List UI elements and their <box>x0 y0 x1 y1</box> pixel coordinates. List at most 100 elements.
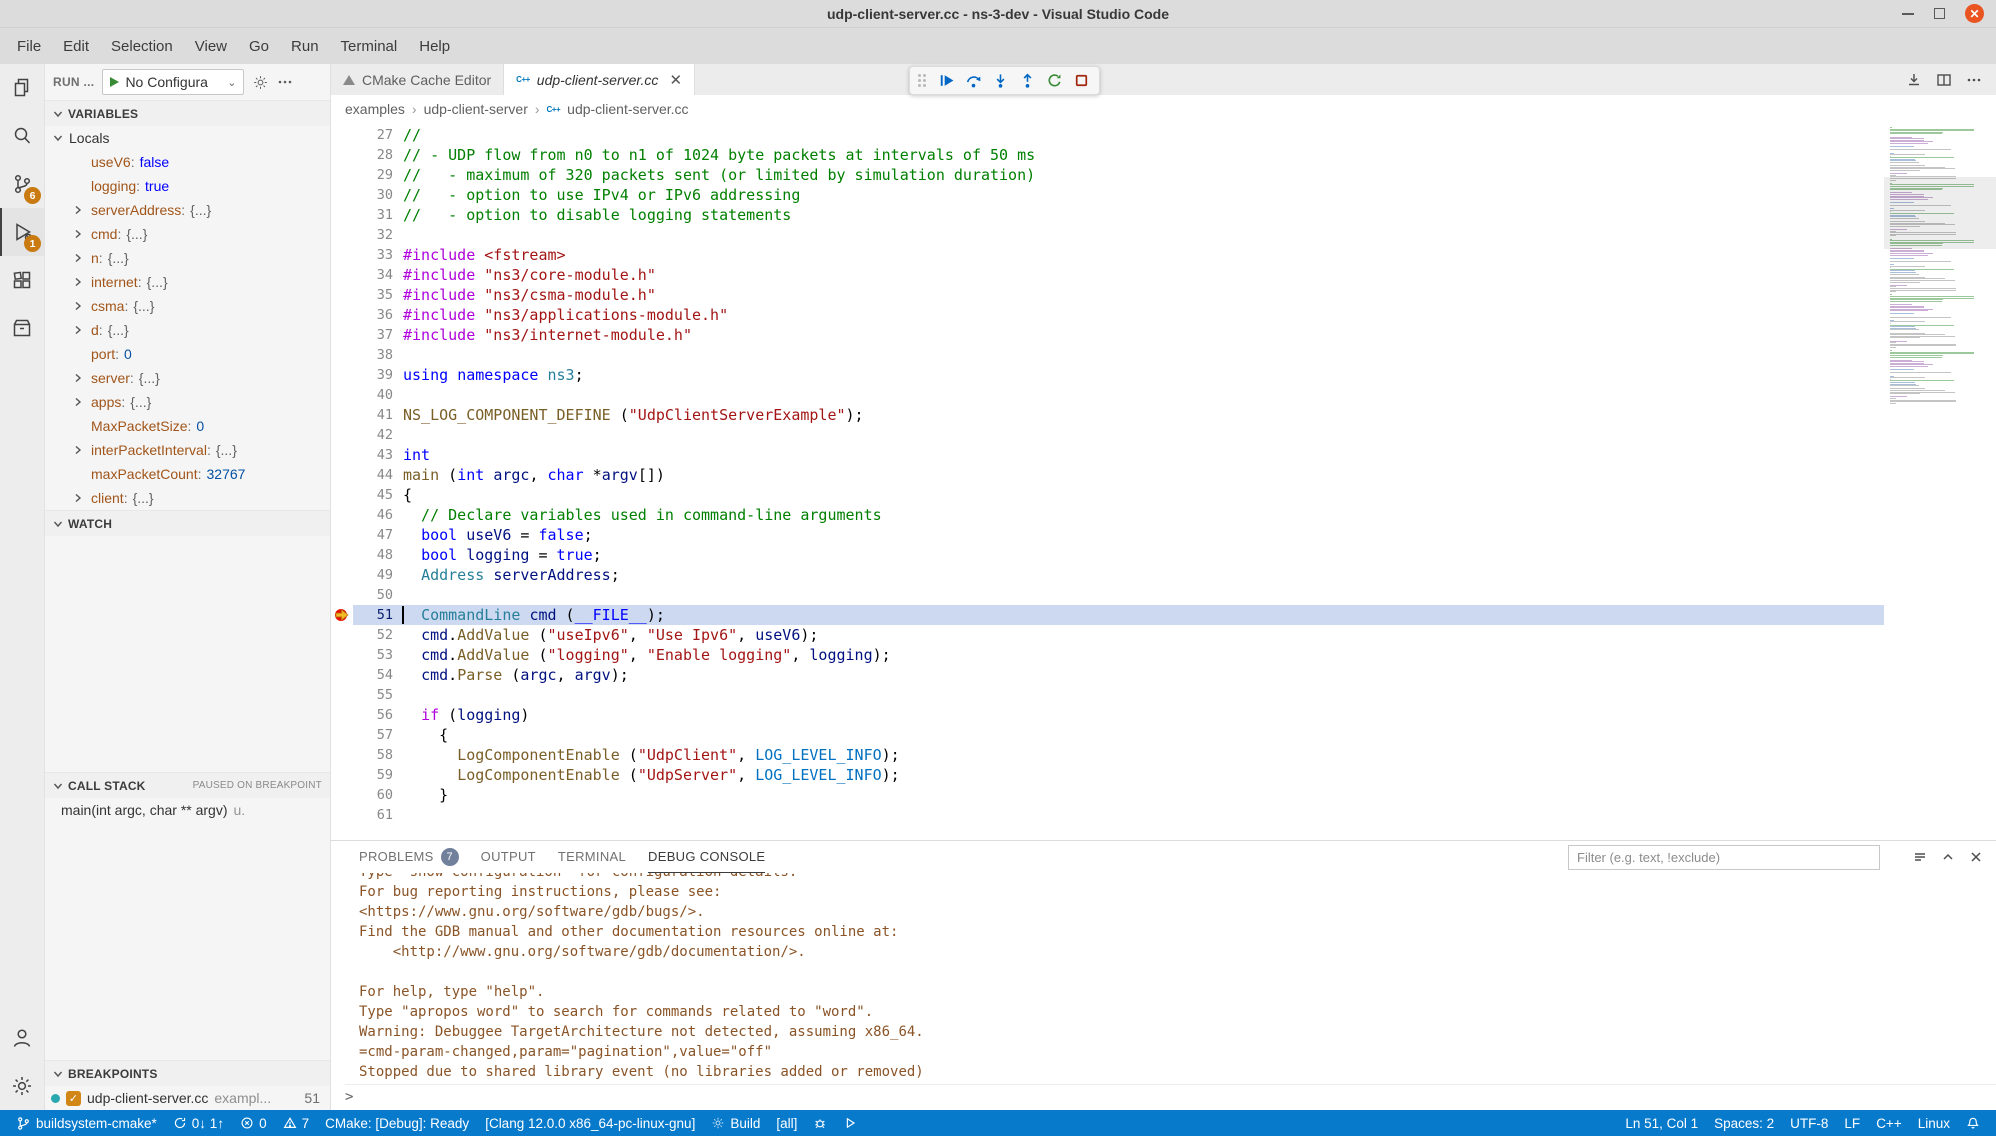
line-number[interactable]: 45 <box>353 485 393 505</box>
line-number[interactable]: 28 <box>353 145 393 165</box>
menu-help[interactable]: Help <box>408 32 461 61</box>
status-0[interactable]: 0 <box>232 1110 275 1136</box>
status-0-1[interactable]: 0↓ 1↑ <box>165 1110 232 1136</box>
code-line-27[interactable]: 27// <box>331 125 1884 145</box>
stop-button[interactable] <box>1071 71 1091 91</box>
tab-cmake-cache-editor[interactable]: CMake Cache Editor <box>331 64 504 95</box>
code-line-56[interactable]: 56 if (logging) <box>331 705 1884 725</box>
minimap-slider[interactable] <box>1884 177 1996 249</box>
continue-button[interactable] <box>936 71 956 91</box>
gutter-glyph-margin[interactable] <box>331 605 353 625</box>
menu-view[interactable]: View <box>184 32 238 61</box>
code-line-53[interactable]: 53 cmd.AddValue ("logging", "Enable logg… <box>331 645 1884 665</box>
line-number[interactable]: 48 <box>353 545 393 565</box>
run-debug-icon[interactable]: 1 <box>0 208 44 256</box>
line-number[interactable]: 29 <box>353 165 393 185</box>
gutter-glyph-margin[interactable] <box>331 585 353 605</box>
breadcrumb-item-examples[interactable]: examples <box>345 101 405 117</box>
code-line-59[interactable]: 59 LogComponentEnable ("UdpServer", LOG_… <box>331 765 1884 785</box>
line-number[interactable]: 53 <box>353 645 393 665</box>
console-filter-input[interactable] <box>1568 845 1880 870</box>
status-lf[interactable]: LF <box>1836 1110 1868 1136</box>
panel-tab-output[interactable]: OUTPUT <box>481 841 536 873</box>
gutter-glyph-margin[interactable] <box>331 445 353 465</box>
code-line-32[interactable]: 32 <box>331 225 1884 245</box>
step-over-button[interactable] <box>963 71 983 91</box>
step-into-button[interactable] <box>990 71 1010 91</box>
variable-internet[interactable]: internet:{...} <box>45 270 330 294</box>
minimap[interactable] <box>1884 123 1996 840</box>
gutter-glyph-margin[interactable] <box>331 165 353 185</box>
code-editor[interactable]: 27//28// - UDP flow from n0 to n1 of 102… <box>331 123 1996 840</box>
gutter-glyph-margin[interactable] <box>331 125 353 145</box>
line-number[interactable]: 58 <box>353 745 393 765</box>
step-out-button[interactable] <box>1017 71 1037 91</box>
code-line-57[interactable]: 57 { <box>331 725 1884 745</box>
status-linux[interactable]: Linux <box>1910 1110 1958 1136</box>
line-number[interactable]: 56 <box>353 705 393 725</box>
panel-tab-debug-console[interactable]: DEBUG CONSOLE <box>648 841 765 873</box>
breakpoint-row[interactable]: ✓ udp-client-server.cc exampl... 51 <box>45 1086 330 1110</box>
gutter-glyph-margin[interactable] <box>331 805 353 825</box>
code-line-51[interactable]: 51 CommandLine cmd (__FILE__); <box>331 605 1884 625</box>
line-number[interactable]: 42 <box>353 425 393 445</box>
line-number[interactable]: 50 <box>353 585 393 605</box>
line-number[interactable]: 40 <box>353 385 393 405</box>
maximize-panel-icon[interactable] <box>1940 849 1956 865</box>
console-prompt[interactable]: > <box>345 1084 1996 1107</box>
line-number[interactable]: 52 <box>353 625 393 645</box>
gutter-glyph-margin[interactable] <box>331 285 353 305</box>
menu-go[interactable]: Go <box>238 32 280 61</box>
line-number[interactable]: 49 <box>353 565 393 585</box>
debug-console-output[interactable]: Type "show configuration" for configurat… <box>331 873 1996 1110</box>
settings-gear-icon[interactable] <box>0 1062 44 1110</box>
gutter-glyph-margin[interactable] <box>331 545 353 565</box>
more-actions-icon[interactable] <box>277 74 293 90</box>
gutter-glyph-margin[interactable] <box>331 305 353 325</box>
line-number[interactable]: 31 <box>353 205 393 225</box>
gutter-glyph-margin[interactable] <box>331 185 353 205</box>
start-debugging-icon[interactable] <box>110 77 119 87</box>
gutter-glyph-margin[interactable] <box>331 245 353 265</box>
gutter-glyph-margin[interactable] <box>331 265 353 285</box>
line-number[interactable]: 36 <box>353 305 393 325</box>
line-number[interactable]: 46 <box>353 505 393 525</box>
close-panel-icon[interactable] <box>1968 849 1984 865</box>
menu-edit[interactable]: Edit <box>52 32 100 61</box>
gutter-glyph-margin[interactable] <box>331 205 353 225</box>
gutter-glyph-margin[interactable] <box>331 465 353 485</box>
more-actions-icon[interactable] <box>1966 72 1982 88</box>
line-number[interactable]: 43 <box>353 445 393 465</box>
gutter-glyph-margin[interactable] <box>331 565 353 585</box>
status-clang-12-0-0-x86-64-pc-linux-gnu[interactable]: [Clang 12.0.0 x86_64-pc-linux-gnu] <box>477 1110 703 1136</box>
menu-selection[interactable]: Selection <box>100 32 184 61</box>
gutter-glyph-margin[interactable] <box>331 505 353 525</box>
status-bug[interactable] <box>805 1110 835 1136</box>
variable-logging[interactable]: logging:true <box>45 174 330 198</box>
code-line-36[interactable]: 36#include "ns3/applications-module.h" <box>331 305 1884 325</box>
code-line-47[interactable]: 47 bool useV6 = false; <box>331 525 1884 545</box>
variable-server[interactable]: server:{...} <box>45 366 330 390</box>
status-c[interactable]: C++ <box>1868 1110 1910 1136</box>
line-number[interactable]: 59 <box>353 765 393 785</box>
extensions-icon[interactable] <box>0 256 44 304</box>
restart-button[interactable] <box>1044 71 1064 91</box>
code-line-61[interactable]: 61 <box>331 805 1884 825</box>
gutter-glyph-margin[interactable] <box>331 525 353 545</box>
status-cmake-debug-ready[interactable]: CMake: [Debug]: Ready <box>317 1110 477 1136</box>
code-lines[interactable]: 27//28// - UDP flow from n0 to n1 of 102… <box>331 123 1884 840</box>
gutter-glyph-margin[interactable] <box>331 485 353 505</box>
code-line-38[interactable]: 38 <box>331 345 1884 365</box>
variable-client[interactable]: client:{...} <box>45 486 330 510</box>
gutter-glyph-margin[interactable] <box>331 365 353 385</box>
line-number[interactable]: 61 <box>353 805 393 825</box>
save-all-icon[interactable] <box>1906 72 1922 88</box>
gutter-glyph-margin[interactable] <box>331 785 353 805</box>
status-7[interactable]: 7 <box>275 1110 318 1136</box>
variable-usev6[interactable]: useV6:false <box>45 150 330 174</box>
status-bell[interactable] <box>1958 1110 1988 1136</box>
line-number[interactable]: 30 <box>353 185 393 205</box>
gutter-glyph-margin[interactable] <box>331 725 353 745</box>
status-ln-51-col-1[interactable]: Ln 51, Col 1 <box>1617 1110 1706 1136</box>
panel-tab-problems[interactable]: PROBLEMS7 <box>359 841 459 873</box>
